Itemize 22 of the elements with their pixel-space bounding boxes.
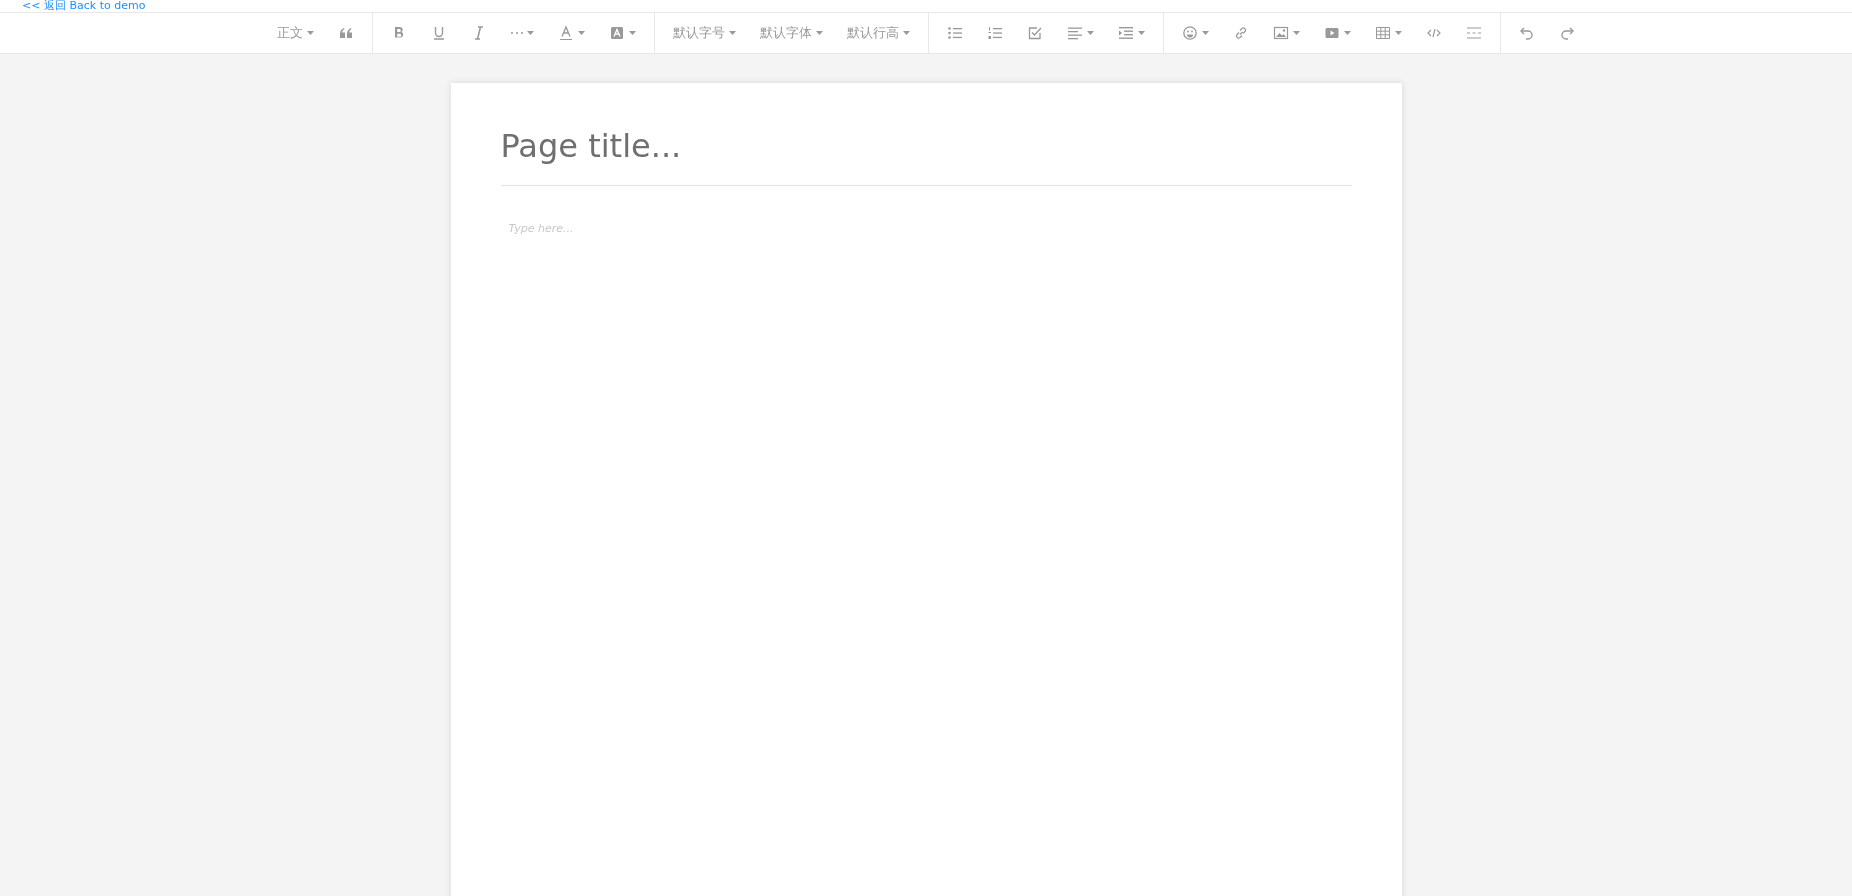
- indent-icon: [1118, 25, 1134, 41]
- format-dropdown[interactable]: 正文: [265, 13, 326, 53]
- undo-icon: [1519, 25, 1535, 41]
- image-icon: [1273, 25, 1289, 41]
- link-icon: [1233, 25, 1249, 41]
- quote-icon: [338, 25, 354, 41]
- redo-icon: [1559, 25, 1575, 41]
- horizontal-rule-icon: [1466, 25, 1482, 41]
- format-dropdown[interactable]: 默认行高: [835, 13, 922, 53]
- underline-icon: [431, 25, 447, 41]
- numbered-list-icon: [987, 25, 1003, 41]
- table-icon: [1375, 25, 1391, 41]
- task-list-icon: [1027, 25, 1043, 41]
- bullet-list-icon: [947, 25, 963, 41]
- smiley-icon: [1182, 25, 1198, 41]
- format-dropdown[interactable]: 默认字体: [748, 13, 835, 53]
- format-dropdown[interactable]: 默认字号: [661, 13, 748, 53]
- font-color-icon: [558, 25, 574, 41]
- highlight-icon: [609, 25, 625, 41]
- align-left-icon: [1067, 25, 1083, 41]
- back-link[interactable]: << 返回 Back to demo: [22, 0, 146, 12]
- video-icon: [1324, 25, 1340, 41]
